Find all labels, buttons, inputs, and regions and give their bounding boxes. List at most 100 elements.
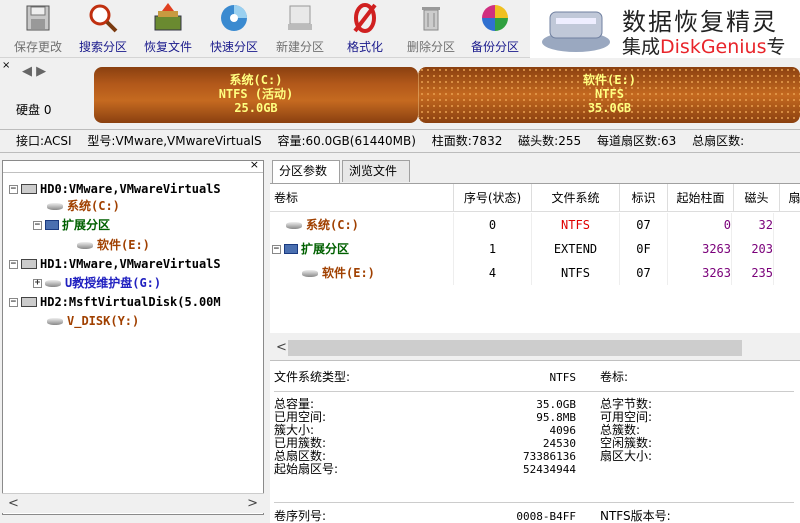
partition-block-system-c[interactable]: 系统(C:) NTFS (活动) 25.0GB xyxy=(94,67,418,123)
row-volume: − 扩展分区 xyxy=(272,237,454,261)
partition-size: 25.0GB xyxy=(234,101,278,115)
recover-files-button[interactable]: 恢复文件 xyxy=(137,0,199,58)
tree-node-usb-g[interactable]: + U教授维护盘(G:) xyxy=(33,275,161,291)
tree-header: × xyxy=(3,158,263,173)
sector-size-label: 扇区大小: xyxy=(600,449,653,463)
partition-size: 35.0GB xyxy=(587,101,632,115)
partition-icon xyxy=(45,279,61,287)
banner-subtitle-prefix: 集成 xyxy=(622,36,661,58)
partition-name: 系统(C:) xyxy=(229,73,283,87)
partition-fs: NTFS xyxy=(595,87,624,101)
disk-nav-arrows[interactable]: ◀ ▶ xyxy=(22,64,46,79)
tree-node-hd0[interactable]: − HD0:VMware,VMwareVirtualS xyxy=(9,181,221,197)
backup-partition-label: 备份分区 xyxy=(470,40,519,54)
scroll-left-button[interactable]: < xyxy=(8,496,19,511)
quick-partition-icon xyxy=(221,5,247,31)
recover-files-icon xyxy=(154,3,182,31)
quick-partition-button[interactable]: 快速分区 xyxy=(203,0,265,58)
disk-bar-close-button[interactable]: × xyxy=(2,60,10,71)
col-header-sector[interactable]: 扇 xyxy=(780,184,800,212)
tree-close-button[interactable]: × xyxy=(250,158,259,171)
partition-table: 卷标 序号(状态) 文件系统 标识 起始柱面 磁头 扇 系统(C:) 0 NTF… xyxy=(270,183,800,333)
extended-partition-icon xyxy=(284,244,298,254)
tree-horizontal-scrollbar[interactable]: < > xyxy=(2,493,264,513)
row-id: 07 xyxy=(620,213,668,237)
scroll-thumb[interactable] xyxy=(288,340,742,356)
tree-node-extended[interactable]: − 扩展分区 xyxy=(33,217,110,233)
partition-name: 软件(E:) xyxy=(583,73,636,87)
row-id: 07 xyxy=(620,261,668,285)
row-start-cyl: 3263 xyxy=(668,237,732,261)
col-header-start-cyl[interactable]: 起始柱面 xyxy=(668,184,734,212)
tree-node-system-c[interactable]: 系统(C:) xyxy=(47,198,120,214)
save-changes-label: 保存更改 xyxy=(13,40,62,54)
banner-subtitle: 集成DiskGenius专 xyxy=(622,32,786,59)
tree-expander[interactable]: − xyxy=(272,244,281,254)
row-id: 0F xyxy=(620,237,668,261)
disk-capacity: 容量:60.0GB(61440MB) xyxy=(277,134,416,148)
tab-browse-files[interactable]: 浏览文件 xyxy=(342,160,410,182)
tree-node-label: U教授维护盘(G:) xyxy=(65,276,162,290)
save-changes-icon xyxy=(26,5,50,31)
col-header-fs[interactable]: 文件系统 xyxy=(532,184,620,212)
new-partition-label: 新建分区 xyxy=(275,40,324,54)
used-space-value: 95.8MB xyxy=(536,411,576,424)
table-horizontal-scrollbar[interactable]: < xyxy=(270,337,800,359)
tab-partition-params[interactable]: 分区参数 xyxy=(272,160,340,184)
scroll-right-button[interactable]: > xyxy=(247,496,258,511)
new-partition-button[interactable]: 新建分区 xyxy=(269,0,331,58)
tree-node-hd1[interactable]: − HD1:VMware,VMwareVirtualS xyxy=(9,256,221,272)
partition-block-software-e[interactable]: 软件(E:) NTFS 35.0GB xyxy=(418,67,800,123)
start-sector-value: 52434944 xyxy=(523,463,576,476)
start-sector-label: 起始扇区号: xyxy=(274,462,339,476)
save-changes-button[interactable]: 保存更改 xyxy=(8,0,68,58)
delete-partition-label: 删除分区 xyxy=(406,40,455,54)
col-header-id[interactable]: 标识 xyxy=(620,184,668,212)
tree-expander[interactable]: − xyxy=(9,259,18,269)
format-icon xyxy=(353,3,377,33)
search-partition-label: 搜索分区 xyxy=(78,40,127,54)
table-row[interactable]: − 扩展分区 1 EXTEND 0F 3263 203 xyxy=(270,237,800,261)
tree-expander[interactable]: − xyxy=(33,220,42,230)
tree-expander[interactable]: − xyxy=(9,297,18,307)
row-volume-label: 扩展分区 xyxy=(301,242,350,256)
backup-partition-button[interactable]: 备份分区 xyxy=(464,0,526,58)
col-header-head[interactable]: 磁头 xyxy=(734,184,780,212)
disk-tree-panel: × − HD0:VMware,VMwareVirtualS 系统(C:) − 扩展分… xyxy=(2,158,264,515)
fs-type-value: NTFS xyxy=(549,371,577,384)
col-header-index[interactable]: 序号(状态) xyxy=(454,184,532,212)
serial-value: 0008-B4FF xyxy=(516,510,576,523)
row-start-cyl: 3263 xyxy=(668,261,732,285)
search-partition-button[interactable]: 搜索分区 xyxy=(72,0,134,58)
tree-node-vdisk-y[interactable]: V_DISK(Y:) xyxy=(47,313,139,329)
app-banner: 数据恢复精灵 集成DiskGenius专 xyxy=(530,0,800,58)
tree-node-software-e[interactable]: 软件(E:) xyxy=(77,237,150,253)
format-button[interactable]: 格式化 xyxy=(340,0,390,58)
delete-partition-button[interactable]: 删除分区 xyxy=(400,0,462,58)
tree-expander[interactable]: + xyxy=(33,278,42,288)
tree-node-hd2[interactable]: − HD2:MsftVirtualDisk(5.00M xyxy=(9,294,221,310)
scroll-left-button[interactable]: < xyxy=(276,340,287,355)
row-index: 1 xyxy=(454,237,532,261)
disk-cylinders: 柱面数:7832 xyxy=(431,134,503,148)
table-row[interactable]: 系统(C:) 0 NTFS 07 0 32 xyxy=(270,213,800,237)
table-row[interactable]: 软件(E:) 4 NTFS 07 3263 235 xyxy=(270,261,800,285)
cluster-size-value: 4096 xyxy=(549,424,577,437)
partition-icon xyxy=(77,241,93,249)
hard-disk-icon xyxy=(21,184,37,194)
row-head: 235 xyxy=(734,261,774,285)
hard-disk-icon xyxy=(21,297,37,307)
tree-node-label: HD2:MsftVirtualDisk(5.00M xyxy=(40,295,221,309)
divider xyxy=(274,391,794,392)
tree-node-label: 系统(C:) xyxy=(67,199,120,213)
row-head: 203 xyxy=(734,237,774,261)
disk-map-bar: × ◀ ▶ 硬盘 0 系统(C:) NTFS (活动) 25.0GB 软件(E:… xyxy=(0,59,800,127)
tree-expander[interactable]: − xyxy=(9,184,18,194)
partition-icon xyxy=(47,202,63,210)
row-start-cyl: 0 xyxy=(668,213,732,237)
tree-node-label: V_DISK(Y:) xyxy=(67,314,140,328)
partition-icon xyxy=(302,269,318,277)
row-fs: NTFS xyxy=(532,213,620,237)
col-header-volume[interactable]: 卷标 xyxy=(270,184,454,212)
total-sectors-value: 73386136 xyxy=(523,450,576,463)
